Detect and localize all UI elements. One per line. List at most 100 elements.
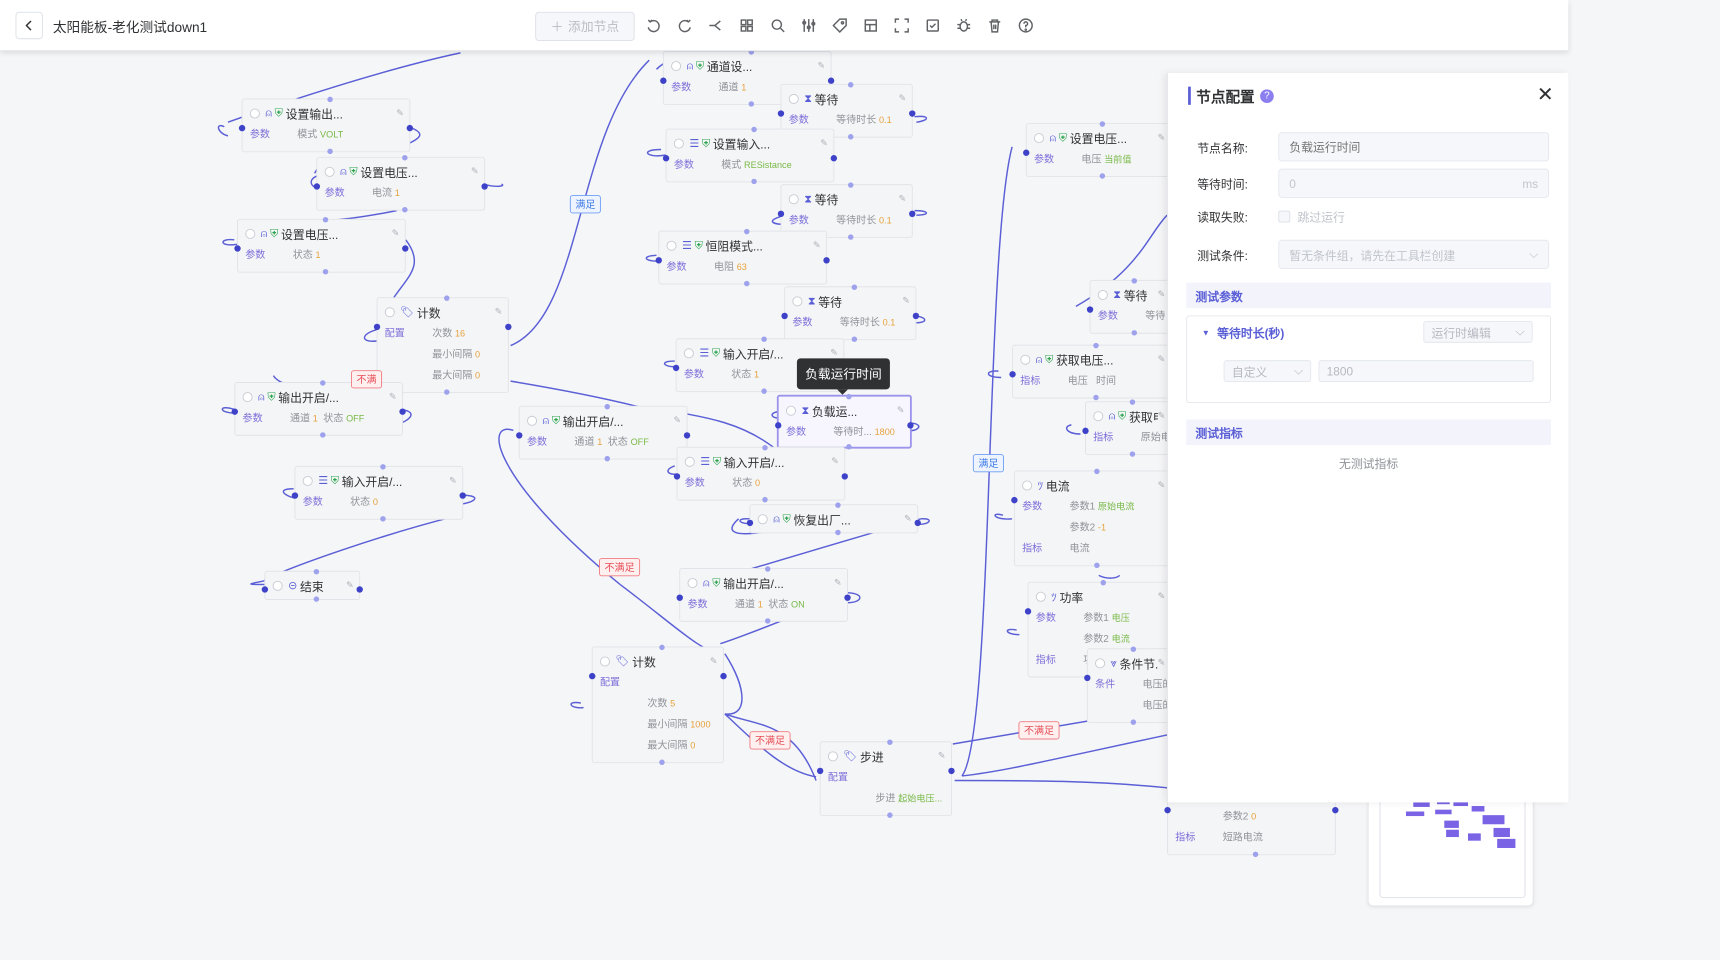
badge-unsatisfied[interactable]: 不满足 <box>599 558 641 577</box>
top-port[interactable] <box>604 403 610 410</box>
node-select-radio[interactable] <box>1020 354 1031 365</box>
flow-node[interactable]: ☰ ⛨ 输入开启/... ✎ 参数 状态 0 <box>673 444 848 503</box>
top-port[interactable] <box>743 228 750 235</box>
flow-node[interactable]: ⍝ ⛨ 恢复出厂... ✎ <box>746 502 921 536</box>
input-port[interactable] <box>373 323 381 331</box>
node-select-radio[interactable] <box>1097 289 1108 300</box>
input-port[interactable] <box>1084 674 1091 682</box>
top-port[interactable] <box>1092 342 1099 349</box>
node-select-radio[interactable] <box>1033 132 1045 143</box>
pin-icon[interactable]: ✎ <box>471 166 479 176</box>
bottom-port[interactable] <box>851 336 857 342</box>
pin-icon[interactable]: ✎ <box>495 307 503 317</box>
output-port[interactable] <box>683 432 691 439</box>
flow-node[interactable]: ☰ ⛨ 恒阻模式... ✎ 参数 电阻 63 <box>655 228 830 287</box>
badge-satisfied[interactable]: 满足 <box>972 454 1004 473</box>
param-header[interactable]: ▼ 等待时长(秒) <box>1202 324 1285 341</box>
input-port[interactable] <box>589 672 596 680</box>
pin-icon[interactable]: ✎ <box>449 476 457 486</box>
input-port[interactable] <box>516 432 523 439</box>
flow-node[interactable]: ⍝ ⛨ 设置电压... ✎ 参数 电压 当前值 <box>1023 121 1175 179</box>
add-node-button[interactable]: ＋ 添加节点 <box>535 11 635 42</box>
output-port[interactable] <box>356 586 363 593</box>
minimap-viewport[interactable] <box>1379 788 1526 899</box>
test-condition-select[interactable]: 暂无条件组，请先在工具栏创建 ⌵ <box>1278 239 1550 269</box>
input-port[interactable] <box>234 245 241 252</box>
node-select-radio[interactable] <box>384 306 395 317</box>
bottom-port[interactable] <box>658 759 665 766</box>
tag-icon[interactable] <box>824 13 855 39</box>
bottom-port[interactable] <box>319 432 326 438</box>
pin-icon[interactable]: ✎ <box>902 296 910 306</box>
bottom-port[interactable] <box>379 516 386 522</box>
input-port[interactable] <box>238 124 246 132</box>
flow-node[interactable]: ☰ ⛨ 设置输入... ✎ 参数 模式 RESistance <box>662 126 838 185</box>
flow-node[interactable]: ⍝ ⛨ 设置电压... ✎ 参数 状态 1 <box>234 217 409 275</box>
bottom-port[interactable] <box>834 529 841 536</box>
node-select-radio[interactable] <box>245 228 256 239</box>
top-port[interactable] <box>851 284 857 290</box>
param-value-input[interactable]: 1800 <box>1318 360 1534 383</box>
top-port[interactable] <box>401 155 408 161</box>
node-select-radio[interactable] <box>272 580 283 591</box>
skip-checkbox[interactable] <box>1278 210 1291 223</box>
input-port[interactable] <box>655 257 662 264</box>
pin-icon[interactable]: ✎ <box>673 415 681 425</box>
pin-icon[interactable]: ✎ <box>1158 411 1166 421</box>
wait-time-input[interactable]: 0 ms <box>1278 168 1550 198</box>
bottom-port[interactable] <box>761 496 768 503</box>
node-select-radio[interactable] <box>788 193 799 204</box>
bottom-port[interactable] <box>1129 451 1135 457</box>
output-port[interactable] <box>830 155 838 162</box>
node-select-radio[interactable] <box>827 750 838 761</box>
flow-node[interactable]: 🏷 步进 ✎ 配置 步进 起始电压... <box>816 739 955 818</box>
output-port[interactable] <box>1332 806 1339 814</box>
input-port[interactable] <box>777 210 785 218</box>
bottom-port[interactable] <box>322 268 328 275</box>
output-port[interactable] <box>505 323 512 331</box>
grid-icon[interactable] <box>731 13 762 39</box>
node-select-radio[interactable] <box>302 475 313 486</box>
top-port[interactable] <box>658 644 665 651</box>
top-port[interactable] <box>1130 646 1136 652</box>
input-port[interactable] <box>816 767 824 775</box>
flow-node[interactable]: ⍝ ⛨ 设置电压... ✎ 参数 电流 1 <box>313 155 488 213</box>
top-port[interactable] <box>313 568 319 575</box>
badge-unsatisfied[interactable]: 不满足 <box>749 731 791 750</box>
node-select-radio[interactable] <box>757 513 768 524</box>
input-port[interactable] <box>313 183 321 190</box>
flow-node[interactable]: ⍝ ⛨ 输出开启/... ✎ 参数 通道 1 状态 OFF <box>516 403 691 462</box>
output-port[interactable] <box>909 110 916 117</box>
pin-icon[interactable]: ✎ <box>392 228 400 238</box>
pin-icon[interactable]: ✎ <box>897 405 905 415</box>
node-select-radio[interactable] <box>1093 410 1104 421</box>
input-port[interactable] <box>261 586 269 593</box>
flow-node[interactable]: ⍝ ⛨ 输出开启/... ✎ 参数 通道 1 状态 ON <box>676 566 851 624</box>
flow-node[interactable]: ☰ ⛨ 输入开启/... ✎ 参数 状态 0 <box>291 464 466 522</box>
node-select-radio[interactable] <box>792 295 803 306</box>
input-port[interactable] <box>781 312 788 320</box>
top-port[interactable] <box>764 566 771 572</box>
node-select-radio[interactable] <box>683 347 694 358</box>
output-port[interactable] <box>909 210 916 218</box>
top-port[interactable] <box>1100 579 1107 586</box>
delete-icon[interactable] <box>979 13 1010 39</box>
pin-icon[interactable]: ✎ <box>1158 289 1166 299</box>
top-port[interactable] <box>761 444 768 451</box>
layout-icon[interactable] <box>855 13 886 39</box>
sliders-icon[interactable] <box>793 13 824 39</box>
badge-unsatisfied[interactable]: 不满 <box>351 370 383 389</box>
flow-node[interactable]: 🏷 计数 ✎ 配置 次数 16 最小间隔 0 最大间隔 0 <box>373 295 512 395</box>
help-icon[interactable] <box>1010 13 1041 39</box>
pin-icon[interactable]: ✎ <box>1158 354 1166 364</box>
close-icon[interactable]: ✕ <box>1537 84 1554 104</box>
node-select-radio[interactable] <box>673 138 684 149</box>
pin-icon[interactable]: ✎ <box>830 348 838 358</box>
input-port[interactable] <box>1164 806 1171 814</box>
pin-icon[interactable]: ✎ <box>899 194 907 204</box>
input-port[interactable] <box>673 473 681 480</box>
pin-icon[interactable]: ✎ <box>1158 133 1166 143</box>
bottom-port[interactable] <box>1092 394 1099 401</box>
output-port[interactable] <box>914 519 921 527</box>
bottom-port[interactable] <box>1130 719 1136 725</box>
